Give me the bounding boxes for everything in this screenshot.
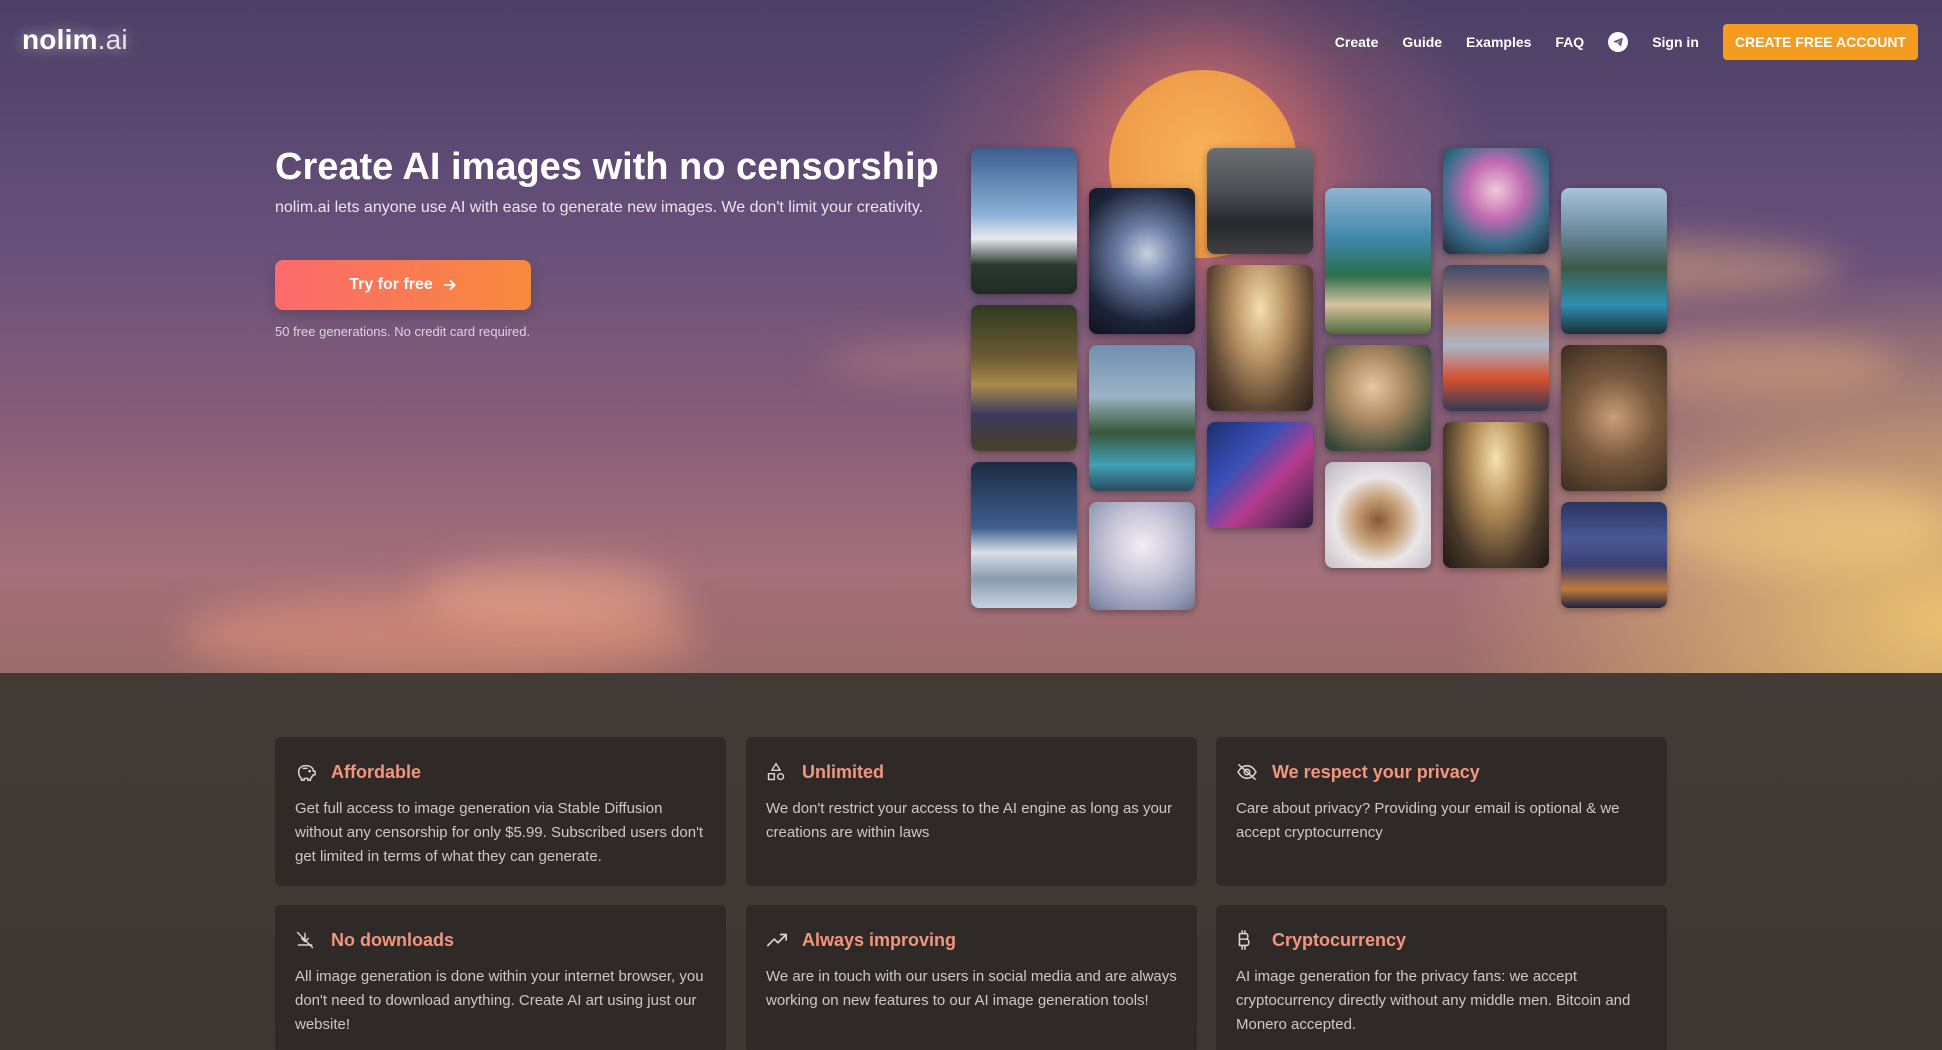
hero-subtitle: nolim.ai lets anyone use AI with ease to… [275, 199, 924, 216]
sign-in-link[interactable]: Sign in [1652, 34, 1699, 50]
create-account-button[interactable]: CREATE FREE ACCOUNT [1722, 24, 1918, 60]
hero-note: 50 free generations. No credit card requ… [275, 324, 531, 339]
feature-text: We don't restrict your access to the AI … [766, 800, 1173, 841]
gallery-image-pink-haired-girl[interactable] [1443, 148, 1549, 254]
feature-text: AI image generation for the privacy fans… [1236, 968, 1631, 1033]
telegram-icon[interactable] [1608, 32, 1629, 52]
try-for-free-button[interactable]: Try for free [275, 260, 531, 310]
try-button-label: Try for free [349, 276, 433, 293]
image-gallery [971, 148, 1668, 610]
logo[interactable]: nolim.ai [22, 24, 128, 56]
gallery-image-mountain-sunrise[interactable] [971, 148, 1077, 294]
gallery-image-bunny-dog[interactable] [1325, 462, 1431, 568]
feature-card-unlimited: Unlimited We don't restrict your access … [746, 737, 1197, 886]
nav-examples[interactable]: Examples [1466, 34, 1531, 50]
gallery-image-white-haired-woman[interactable] [1089, 502, 1195, 610]
trending-up-icon [766, 929, 792, 951]
hero-title: Create AI images with no censorship [275, 146, 939, 188]
logo-name: nolim [22, 24, 98, 55]
download-off-icon [295, 929, 321, 951]
feature-text: Care about privacy? Providing your email… [1236, 800, 1620, 841]
feature-card-always-improving: Always improving We are in touch with ou… [746, 905, 1197, 1050]
gallery-image-renaissance-woman[interactable] [1325, 345, 1431, 451]
piggy-bank-icon [295, 761, 321, 783]
gallery-image-red-mountain[interactable] [1443, 265, 1549, 411]
nav-faq[interactable]: FAQ [1555, 34, 1584, 50]
gallery-image-monkey-group[interactable] [1561, 345, 1667, 491]
feature-title: Always improving [802, 929, 957, 950]
nav-guide[interactable]: Guide [1402, 34, 1442, 50]
logo-tld: .ai [97, 24, 128, 55]
feature-title: No downloads [331, 929, 454, 950]
gallery-image-hotel-lobby[interactable] [1207, 265, 1313, 411]
gallery-image-snowy-mountains[interactable] [971, 462, 1077, 608]
features-section: Affordable Get full access to image gene… [0, 673, 1942, 1050]
top-nav: Create Guide Examples FAQ Sign in CREATE… [1311, 24, 1918, 60]
gallery-image-glass-house[interactable] [1089, 345, 1195, 491]
hero-section: nolim.ai Create Guide Examples FAQ Sign … [0, 0, 1942, 673]
gallery-image-cyberpunk-man[interactable] [1207, 422, 1313, 528]
feature-title: Cryptocurrency [1272, 929, 1407, 950]
feature-card-affordable: Affordable Get full access to image gene… [275, 737, 726, 886]
gallery-image-villa-pool[interactable] [1561, 188, 1667, 334]
bitcoin-icon [1236, 929, 1262, 951]
nav-create[interactable]: Create [1335, 34, 1379, 50]
arrow-right-icon [443, 278, 457, 292]
feature-card-no-downloads: No downloads All image generation is don… [275, 905, 726, 1050]
feature-title: We respect your privacy [1272, 761, 1480, 782]
feature-title: Affordable [331, 761, 421, 782]
feature-text: Get full access to image generation via … [295, 800, 704, 865]
feature-text: All image generation is done within your… [295, 968, 704, 1033]
gallery-image-grand-hallway[interactable] [1443, 422, 1549, 568]
eye-off-icon [1236, 761, 1262, 783]
gallery-image-man-in-city[interactable] [1207, 148, 1313, 254]
cloud [1650, 480, 1942, 570]
gallery-image-futuristic-city[interactable] [1561, 502, 1667, 608]
gallery-image-robot-woman[interactable] [1089, 188, 1195, 334]
shapes-icon [766, 761, 792, 783]
feature-card-cryptocurrency: Cryptocurrency AI image generation for t… [1216, 905, 1667, 1050]
gallery-image-monkey-family[interactable] [971, 305, 1077, 451]
gallery-image-mediterranean-villa[interactable] [1325, 188, 1431, 334]
feature-title: Unlimited [802, 761, 885, 782]
feature-text: We are in touch with our users in social… [766, 968, 1177, 1009]
feature-card-privacy: We respect your privacy Care about priva… [1216, 737, 1667, 886]
cloud [420, 560, 680, 630]
